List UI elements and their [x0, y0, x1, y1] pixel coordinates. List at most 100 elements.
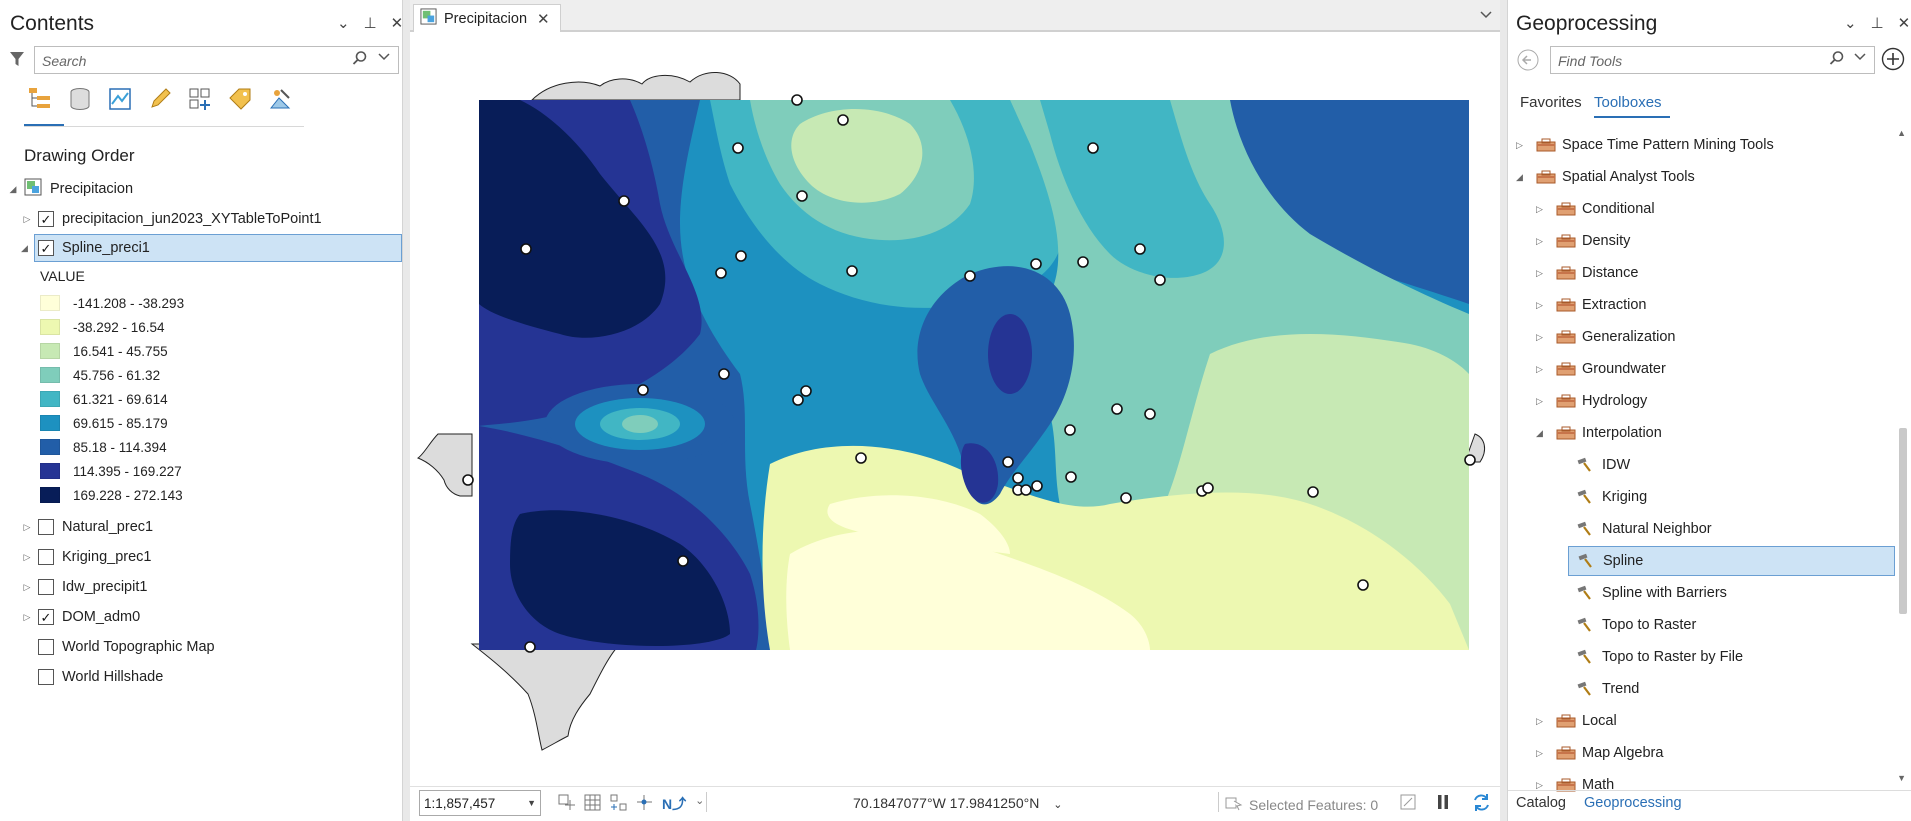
sample-point[interactable] — [718, 368, 730, 380]
sample-point[interactable] — [677, 555, 689, 567]
sample-point[interactable] — [1464, 454, 1476, 466]
chevron-down-icon[interactable] — [1480, 7, 1492, 25]
find-tools-input[interactable]: Find Tools — [1550, 46, 1875, 74]
sample-point[interactable] — [796, 190, 808, 202]
refresh-icon[interactable] — [1472, 793, 1491, 817]
expand-icon[interactable]: ▷ — [1536, 780, 1546, 791]
expand-icon[interactable]: ▷ — [1536, 748, 1546, 759]
legend-swatch[interactable] — [40, 295, 60, 311]
expand-icon[interactable]: ▷ — [1536, 716, 1546, 727]
sample-point[interactable] — [846, 265, 858, 277]
chevron-down-icon[interactable]: ⌄ — [337, 14, 350, 32]
layer-checkbox[interactable]: ✓ — [38, 609, 54, 625]
toolset-item[interactable]: ▷ Groundwater — [1536, 354, 1666, 384]
layer-checkbox[interactable] — [38, 549, 54, 565]
expand-icon[interactable]: ▷ — [1516, 140, 1526, 151]
chevron-down-icon[interactable]: ⌄ — [1844, 14, 1857, 32]
sample-point[interactable] — [1144, 408, 1156, 420]
toolset-item[interactable]: ▷ Extraction — [1536, 290, 1646, 320]
legend-swatch[interactable] — [40, 487, 60, 503]
list-by-perspective-icon[interactable] — [267, 86, 293, 112]
tool-item[interactable]: Kriging — [1576, 482, 1647, 512]
layer-row[interactable]: World Hillshade — [22, 663, 163, 691]
layer-checkbox[interactable] — [38, 519, 54, 535]
sample-point[interactable] — [1002, 456, 1014, 468]
pin-icon[interactable]: ⊥ — [1871, 14, 1884, 32]
sample-point[interactable] — [735, 250, 747, 262]
expand-icon[interactable]: ▷ — [22, 522, 32, 533]
list-by-selection-icon[interactable] — [107, 86, 133, 112]
toolset-item[interactable]: ▷ Generalization — [1536, 322, 1676, 352]
legend-item[interactable]: 45.756 - 61.32 — [40, 364, 160, 386]
search-icon[interactable] — [352, 50, 368, 70]
sample-point[interactable] — [520, 243, 532, 255]
sample-point[interactable] — [1357, 579, 1369, 591]
tab-catalog[interactable]: Catalog — [1516, 795, 1566, 811]
sample-point[interactable] — [1120, 492, 1132, 504]
tool-item[interactable]: Spline with Barriers — [1576, 578, 1727, 608]
layer-row[interactable]: ▷ Kriging_prec1 — [22, 543, 151, 571]
list-by-labeling-icon[interactable] — [227, 86, 253, 112]
legend-item[interactable]: -141.208 - -38.293 — [40, 292, 184, 314]
sample-point[interactable] — [837, 114, 849, 126]
expand-icon[interactable]: ▷ — [22, 612, 32, 623]
legend-item[interactable]: 61.321 - 69.614 — [40, 388, 168, 410]
filter-icon[interactable] — [9, 50, 25, 73]
layer-row[interactable]: ▷ Idw_precipit1 — [22, 573, 147, 601]
sample-point[interactable] — [792, 394, 804, 406]
toolset-item[interactable]: ▷ Map Algebra — [1536, 738, 1663, 768]
expand-icon[interactable]: ▷ — [22, 582, 32, 593]
tab-geoprocessing[interactable]: Geoprocessing — [1580, 795, 1686, 811]
contents-search-input[interactable]: Search — [34, 46, 399, 74]
back-icon[interactable] — [1517, 49, 1539, 76]
grid-icon[interactable] — [584, 794, 601, 814]
sample-point[interactable] — [1134, 243, 1146, 255]
close-icon[interactable]: ✕ — [1898, 14, 1911, 32]
tool-item[interactable]: Topo to Raster by File — [1576, 642, 1743, 672]
expand-icon[interactable]: ▷ — [1536, 300, 1546, 311]
toolset-item[interactable]: ▷ Hydrology — [1536, 386, 1647, 416]
sample-point[interactable] — [800, 385, 812, 397]
collapse-icon[interactable]: ◢ — [1536, 428, 1546, 439]
close-icon[interactable]: ✕ — [391, 14, 404, 32]
legend-item[interactable]: 114.395 - 169.227 — [40, 460, 182, 482]
tool-item[interactable]: IDW — [1576, 450, 1630, 480]
fixed-zoom-icon[interactable] — [558, 794, 575, 814]
snapping-icon[interactable] — [610, 794, 627, 814]
layer-row[interactable]: ▷ ✓ DOM_adm0 — [22, 603, 140, 631]
layer-row[interactable]: ▷ Natural_prec1 — [22, 513, 153, 541]
sample-point[interactable] — [1031, 480, 1043, 492]
sample-point[interactable] — [791, 94, 803, 106]
list-by-drawing-order-icon[interactable] — [27, 86, 53, 112]
sample-point[interactable] — [1065, 471, 1077, 483]
tab-toolboxes[interactable]: Toolboxes — [1594, 94, 1662, 111]
legend-swatch[interactable] — [40, 367, 60, 383]
expand-icon[interactable]: ▷ — [1536, 204, 1546, 215]
sample-point[interactable] — [715, 267, 727, 279]
legend-swatch[interactable] — [40, 439, 60, 455]
legend-item[interactable]: 85.18 - 114.394 — [40, 436, 167, 458]
layer-checkbox[interactable] — [38, 579, 54, 595]
map-canvas[interactable] — [410, 34, 1500, 786]
sample-point[interactable] — [1030, 258, 1042, 270]
toolset-item[interactable]: ▷ Distance — [1536, 258, 1638, 288]
layer-checkbox[interactable]: ✓ — [38, 211, 54, 227]
close-icon[interactable]: ✕ — [537, 10, 550, 28]
legend-swatch[interactable] — [40, 391, 60, 407]
expand-icon[interactable]: ▷ — [1536, 268, 1546, 279]
sample-point[interactable] — [1087, 142, 1099, 154]
sample-point[interactable] — [618, 195, 630, 207]
sample-point[interactable] — [637, 384, 649, 396]
legend-item[interactable]: 69.615 - 85.179 — [40, 412, 168, 434]
legend-item[interactable]: 169.228 - 272.143 — [40, 484, 183, 506]
sample-point[interactable] — [1307, 486, 1319, 498]
collapse-icon[interactable]: ◢ — [21, 243, 28, 254]
scale-selector[interactable]: 1:1,857,457 ▼ — [419, 790, 541, 816]
expand-icon[interactable]: ▷ — [1536, 364, 1546, 375]
chevron-down-icon[interactable] — [1854, 52, 1866, 65]
tab-favorites[interactable]: Favorites — [1520, 94, 1582, 111]
tool-item[interactable]: Topo to Raster — [1576, 610, 1696, 640]
search-icon[interactable] — [1829, 50, 1845, 70]
sample-point[interactable] — [1111, 403, 1123, 415]
toolbox-item[interactable]: ▷ Space Time Pattern Mining Tools — [1516, 130, 1774, 160]
